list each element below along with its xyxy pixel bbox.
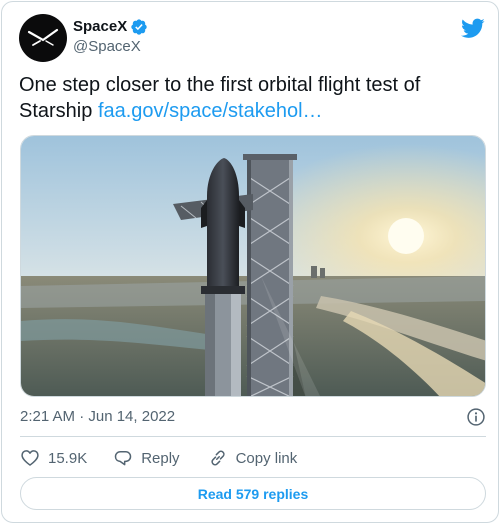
avatar[interactable] bbox=[19, 14, 67, 62]
tweet-meta: 2:21 AM · Jun 14, 2022 bbox=[20, 406, 486, 428]
copy-link-button[interactable]: Copy link bbox=[208, 448, 298, 468]
divider bbox=[20, 436, 486, 437]
like-button[interactable]: 15.9K bbox=[20, 448, 87, 468]
author-handle[interactable]: @SpaceX bbox=[73, 37, 148, 57]
tweet-header: SpaceX @SpaceX bbox=[19, 14, 485, 62]
tweet-actions: 15.9K Reply Copy link bbox=[20, 446, 325, 470]
tweet-card: SpaceX @SpaceX One step closer to the fi… bbox=[1, 1, 499, 523]
copy-link-label: Copy link bbox=[235, 449, 298, 467]
twitter-bird-icon[interactable] bbox=[461, 16, 485, 40]
author-names: SpaceX @SpaceX bbox=[73, 17, 148, 57]
verified-badge-icon bbox=[131, 19, 147, 35]
reply-icon bbox=[114, 451, 132, 466]
spacex-logo-icon bbox=[27, 28, 59, 46]
read-replies-label: Read 579 replies bbox=[197, 485, 309, 502]
tweet-link[interactable]: faa.gov/space/stakehol… bbox=[98, 100, 323, 122]
read-replies-button[interactable]: Read 579 replies bbox=[20, 477, 486, 510]
tweet-timestamp[interactable]: 2:21 AM · Jun 14, 2022 bbox=[20, 408, 175, 425]
starship-launch-tower-photo bbox=[21, 136, 485, 396]
like-count: 15.9K bbox=[48, 449, 88, 467]
link-icon bbox=[210, 450, 225, 466]
reply-button[interactable]: Reply bbox=[113, 448, 180, 468]
info-icon[interactable] bbox=[466, 407, 486, 427]
tweet-text: One step closer to the first orbital fli… bbox=[19, 72, 481, 124]
author-display-name-row[interactable]: SpaceX bbox=[73, 17, 148, 37]
heart-icon bbox=[21, 450, 39, 466]
author-display-name[interactable]: SpaceX bbox=[73, 17, 127, 37]
reply-label: Reply bbox=[141, 449, 180, 467]
tweet-media[interactable] bbox=[20, 135, 486, 397]
